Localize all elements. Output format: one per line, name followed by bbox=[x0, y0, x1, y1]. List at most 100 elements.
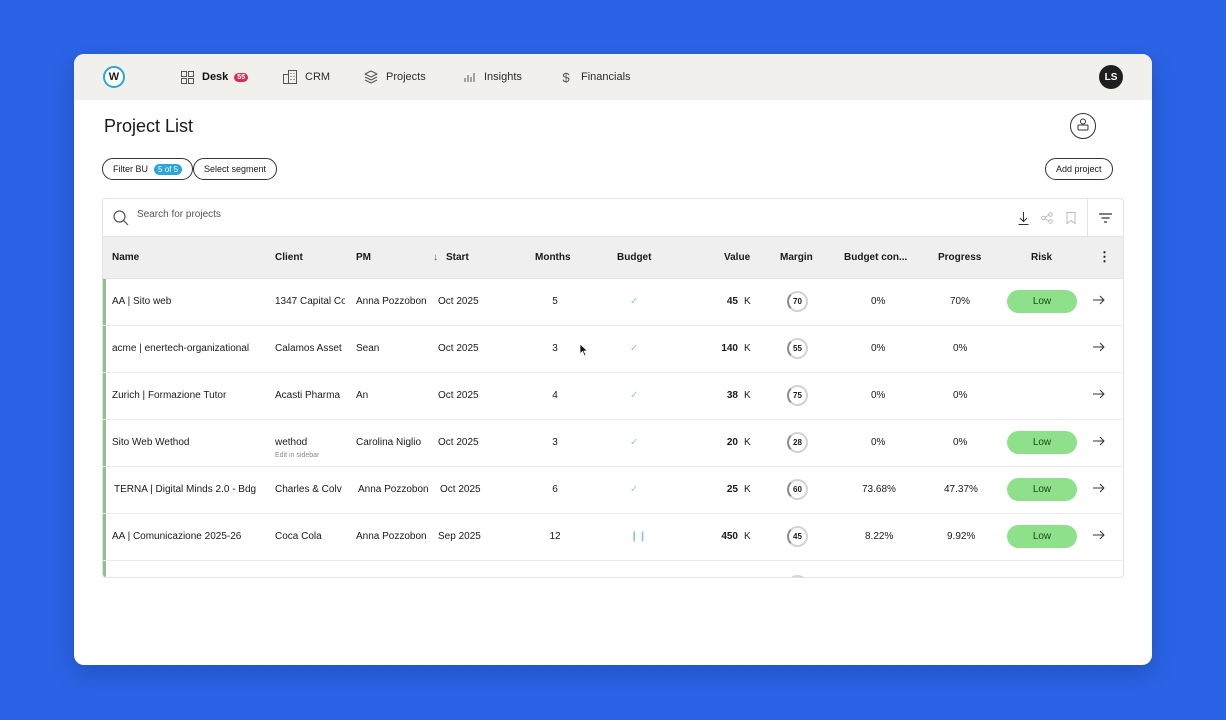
value-unit: K bbox=[744, 484, 751, 495]
table-row[interactable]: Zurich | Formazione Tutor Acasti Pharma … bbox=[103, 373, 1123, 420]
margin-gauge: 60 bbox=[787, 479, 808, 500]
column-header-client[interactable]: Client bbox=[275, 252, 303, 263]
nav-label-insights: Insights bbox=[484, 71, 522, 83]
nav-item-insights[interactable]: Insights bbox=[462, 54, 522, 100]
value-unit: K bbox=[744, 296, 751, 307]
client-name: Acasti Pharma bbox=[275, 390, 341, 401]
value-unit: K bbox=[744, 390, 751, 401]
value-amount: 45 bbox=[726, 296, 738, 307]
nav-item-projects[interactable]: Projects bbox=[364, 54, 426, 100]
dollar-icon: $ bbox=[562, 69, 570, 85]
nav-label-crm: CRM bbox=[305, 71, 331, 83]
check-icon: ✓ bbox=[630, 390, 639, 401]
risk-badge: Low bbox=[1007, 525, 1077, 548]
table-row[interactable]: Sito Web Wethod wethod Edit in sidebar C… bbox=[103, 420, 1123, 467]
margin-gauge: 28 bbox=[787, 432, 808, 453]
pm-name: Anna Pozzobon bbox=[358, 484, 428, 495]
nav-item-crm[interactable]: CRM bbox=[283, 54, 330, 100]
projects-table: Name Client PM ↓ Start Months Budget Val… bbox=[102, 198, 1124, 578]
value-amount: 38 bbox=[726, 390, 738, 401]
project-name[interactable]: AA | Sito web bbox=[112, 296, 267, 307]
nav-item-desk[interactable]: Desk 55 bbox=[180, 54, 249, 100]
filter-count-badge: 5 of 5 bbox=[154, 163, 183, 175]
check-icon: ✓ bbox=[630, 296, 639, 307]
budget-consumed: 0% bbox=[871, 343, 886, 354]
filter-bu-label: Filter BU bbox=[113, 164, 149, 174]
arrow-right-icon[interactable] bbox=[1093, 295, 1105, 308]
column-header-value[interactable]: Value bbox=[724, 252, 750, 263]
margin-gauge: 55 bbox=[787, 338, 808, 359]
project-name[interactable]: Zurich | Formazione Tutor bbox=[112, 390, 267, 401]
risk-badge: Low bbox=[1007, 431, 1077, 454]
project-name[interactable]: AA | Comunicazione 2025-26 bbox=[112, 531, 267, 542]
months-value: 3 bbox=[552, 437, 558, 448]
profile-settings-button[interactable] bbox=[1070, 113, 1096, 139]
column-header-name[interactable]: Name bbox=[112, 252, 139, 263]
sort-down-icon[interactable]: ↓ bbox=[433, 252, 438, 263]
check-icon: ✓ bbox=[630, 484, 639, 495]
pause-icon: ❙❙ bbox=[630, 531, 647, 542]
column-header-start[interactable]: Start bbox=[446, 252, 469, 263]
desk-notification-badge: 55 bbox=[234, 72, 249, 82]
nav-label-financials: Financials bbox=[581, 71, 631, 83]
more-options-icon[interactable]: ⋮ bbox=[1098, 249, 1111, 265]
filter-bu-button[interactable]: Filter BU 5 of 5 bbox=[102, 158, 194, 180]
project-name[interactable]: acme | enertech-organizational bbox=[112, 343, 267, 354]
search-input[interactable] bbox=[137, 209, 737, 220]
pm-name: Anna Pozzobon bbox=[356, 531, 427, 542]
table-row[interactable]: TERNA | Digital Minds 2.0 - Bdg Charles … bbox=[103, 467, 1123, 514]
pm-name: Carolina Niglio bbox=[356, 437, 422, 448]
start-date: Oct 2025 bbox=[438, 343, 479, 354]
share-icon[interactable] bbox=[1040, 211, 1054, 225]
budget-consumed: 0% bbox=[871, 390, 886, 401]
column-header-risk[interactable]: Risk bbox=[1031, 252, 1052, 263]
app-logo[interactable]: W bbox=[103, 66, 125, 88]
layers-icon bbox=[364, 70, 378, 84]
filter-icon[interactable] bbox=[1098, 211, 1112, 225]
arrow-right-icon[interactable] bbox=[1093, 389, 1105, 402]
column-header-months[interactable]: Months bbox=[535, 252, 571, 263]
progress-value: 0% bbox=[953, 343, 968, 354]
user-avatar[interactable]: LS bbox=[1099, 65, 1123, 89]
arrow-right-icon[interactable] bbox=[1093, 530, 1105, 543]
nav-item-financials[interactable]: $ Financials bbox=[559, 54, 631, 100]
check-icon: ✓ bbox=[630, 437, 639, 448]
progress-value: 70% bbox=[950, 296, 971, 307]
arrow-right-icon[interactable] bbox=[1093, 342, 1105, 355]
column-header-budget[interactable]: Budget bbox=[617, 252, 651, 263]
project-name[interactable]: Sito Web Wethod bbox=[112, 437, 267, 448]
download-icon[interactable] bbox=[1016, 211, 1030, 225]
arrow-right-icon[interactable] bbox=[1093, 483, 1105, 496]
months-value: 4 bbox=[552, 390, 558, 401]
bookmark-icon[interactable] bbox=[1064, 211, 1078, 225]
table-toolbar bbox=[103, 199, 1123, 237]
column-header-pm[interactable]: PM bbox=[356, 252, 371, 263]
column-header-progress[interactable]: Progress bbox=[938, 252, 981, 263]
table-row[interactable] bbox=[103, 561, 1123, 577]
toolbar-divider bbox=[1087, 199, 1088, 237]
column-header-budget-consumed[interactable]: Budget con... bbox=[844, 252, 907, 263]
edit-in-sidebar-hint[interactable]: Edit in sidebar bbox=[275, 452, 319, 459]
project-name[interactable]: TERNA | Digital Minds 2.0 - Bdg bbox=[114, 484, 264, 495]
start-date: Oct 2025 bbox=[438, 296, 479, 307]
client-name: 1347 Capital Co bbox=[275, 296, 345, 307]
table-row[interactable]: AA | Sito web 1347 Capital Co Anna Pozzo… bbox=[103, 279, 1123, 326]
column-header-margin[interactable]: Margin bbox=[780, 252, 813, 263]
nav-label-projects: Projects bbox=[386, 71, 426, 83]
table-row[interactable]: AA | Comunicazione 2025-26 Coca Cola Ann… bbox=[103, 514, 1123, 561]
risk-badge: Low bbox=[1007, 478, 1077, 501]
add-project-button[interactable]: Add project bbox=[1045, 158, 1113, 180]
arrow-right-icon[interactable] bbox=[1093, 436, 1105, 449]
months-value: 5 bbox=[552, 296, 558, 307]
risk-badge: Low bbox=[1007, 290, 1077, 313]
client-name: Coca Cola bbox=[275, 531, 322, 542]
progress-value: 9.92% bbox=[947, 531, 976, 542]
months-value: 6 bbox=[552, 484, 558, 495]
client-name: Charles & Colv bbox=[275, 484, 342, 495]
nav-label-desk: Desk bbox=[202, 71, 229, 83]
pm-name: Sean bbox=[356, 343, 380, 354]
select-segment-button[interactable]: Select segment bbox=[193, 158, 278, 180]
table-row[interactable]: acme | enertech-organizational Calamos A… bbox=[103, 326, 1123, 373]
budget-consumed: 73.68% bbox=[862, 484, 896, 495]
client-name: wethod bbox=[275, 437, 308, 448]
